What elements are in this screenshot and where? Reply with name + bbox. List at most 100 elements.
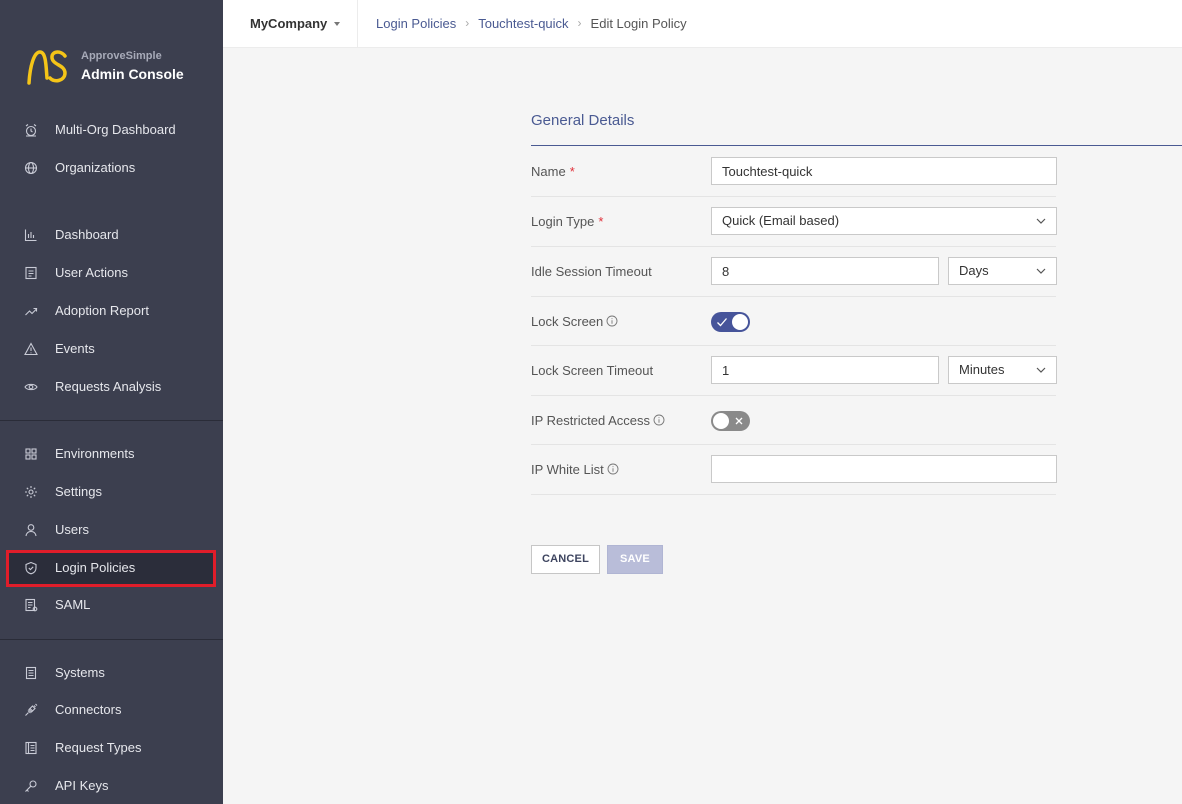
- layout-icon: [24, 741, 38, 755]
- alarm-icon: [24, 123, 38, 137]
- brand-subtitle: ApproveSimple: [81, 50, 162, 62]
- grid-icon: [24, 447, 38, 461]
- login-type-value: Quick (Email based): [722, 213, 840, 228]
- sidebar-item-api-keys[interactable]: API Keys: [0, 770, 223, 802]
- check-icon: [716, 316, 728, 328]
- server-icon: [24, 666, 38, 680]
- sidebar-item-request-types[interactable]: Request Types: [0, 732, 223, 764]
- sidebar: ApproveSimple Admin Console Multi-Org Da…: [0, 0, 223, 804]
- sidebar-item-users[interactable]: Users: [0, 514, 223, 546]
- chevron-right-icon: ›: [465, 16, 470, 30]
- breadcrumb-login-policies[interactable]: Login Policies: [376, 16, 456, 31]
- required-mark: *: [569, 163, 575, 179]
- name-label-text: Name: [531, 163, 566, 179]
- save-button[interactable]: SAVE: [607, 545, 663, 574]
- sidebar-item-saml[interactable]: SAML: [0, 589, 223, 621]
- document-icon: [24, 598, 38, 612]
- idle-timeout-unit-value: Days: [959, 263, 989, 278]
- ip-restricted-label: IP Restricted Access: [531, 410, 665, 430]
- caret-down-icon: [334, 21, 341, 26]
- sidebar-item-label: SAML: [55, 597, 91, 612]
- sidebar-item-label: Connectors: [55, 702, 122, 717]
- login-type-label-text: Login Type: [531, 213, 595, 229]
- toggle-knob: [713, 413, 729, 429]
- lock-timeout-unit-select[interactable]: Minutes: [948, 356, 1057, 384]
- topbar: MyCompany Login Policies › Touchtest-qui…: [223, 0, 1182, 48]
- row-divider: [531, 395, 1056, 396]
- login-type-select[interactable]: Quick (Email based): [711, 207, 1057, 235]
- sidebar-divider: [0, 420, 223, 421]
- ip-restricted-toggle[interactable]: [711, 411, 750, 431]
- lock-timeout-input[interactable]: [711, 356, 939, 384]
- topbar-divider: [357, 0, 358, 47]
- shield-icon: [24, 561, 38, 575]
- sidebar-item-label: Settings: [55, 484, 102, 499]
- trend-icon: [24, 304, 38, 318]
- sidebar-item-dashboard[interactable]: Dashboard: [0, 219, 223, 251]
- ip-whitelist-label-text: IP White List: [531, 461, 604, 477]
- plug-icon: [24, 703, 38, 717]
- sidebar-item-settings[interactable]: Settings: [0, 476, 223, 508]
- company-selector[interactable]: MyCompany: [250, 0, 341, 47]
- toggle-knob: [732, 314, 748, 330]
- lock-screen-label-text: Lock Screen: [531, 313, 604, 329]
- gear-icon: [24, 485, 38, 499]
- sidebar-item-label: Events: [55, 341, 95, 356]
- name-input[interactable]: [711, 157, 1057, 185]
- info-icon[interactable]: [606, 315, 618, 327]
- list-icon: [24, 266, 38, 280]
- idle-timeout-unit-select[interactable]: Days: [948, 257, 1057, 285]
- sidebar-item-label: Systems: [55, 665, 105, 680]
- sidebar-item-environments[interactable]: Environments: [0, 438, 223, 470]
- ip-whitelist-input[interactable]: [711, 455, 1057, 483]
- sidebar-item-requests-analysis[interactable]: Requests Analysis: [0, 371, 223, 403]
- ip-whitelist-label: IP White List: [531, 459, 619, 479]
- chevron-right-icon: ›: [577, 16, 582, 30]
- sidebar-item-organizations[interactable]: Organizations: [0, 152, 223, 184]
- idle-timeout-label: Idle Session Timeout: [531, 261, 652, 281]
- cancel-button[interactable]: CANCEL: [531, 545, 600, 574]
- row-divider: [531, 345, 1056, 346]
- info-icon[interactable]: [653, 414, 665, 426]
- row-divider: [531, 196, 1056, 197]
- sidebar-item-label: Organizations: [55, 160, 136, 175]
- row-divider: [531, 296, 1056, 297]
- brand[interactable]: ApproveSimple Admin Console: [26, 46, 184, 86]
- breadcrumb-policy[interactable]: Touchtest-quick: [478, 16, 568, 31]
- sidebar-item-events[interactable]: Events: [0, 333, 223, 365]
- name-label: Name *: [531, 161, 575, 181]
- lock-screen-label: Lock Screen: [531, 311, 618, 331]
- user-icon: [24, 523, 38, 537]
- required-mark: *: [598, 213, 604, 229]
- globe-icon: [24, 161, 38, 175]
- bar-chart-icon: [24, 228, 38, 242]
- sidebar-item-adoption-report[interactable]: Adoption Report: [0, 295, 223, 327]
- sidebar-item-label: Users: [55, 522, 89, 537]
- sidebar-item-label: Requests Analysis: [55, 379, 162, 394]
- lock-screen-toggle[interactable]: [711, 312, 750, 332]
- row-divider: [531, 494, 1056, 495]
- sidebar-item-label: Request Types: [55, 740, 142, 755]
- lock-timeout-label: Lock Screen Timeout: [531, 360, 653, 380]
- sidebar-item-label: Multi-Org Dashboard: [55, 122, 176, 137]
- approvesimple-logo: [27, 50, 67, 85]
- idle-timeout-input[interactable]: [711, 257, 939, 285]
- sidebar-item-multi-org-dashboard[interactable]: Multi-Org Dashboard: [0, 114, 223, 146]
- sidebar-item-systems[interactable]: Systems: [0, 657, 223, 689]
- info-icon[interactable]: [607, 463, 619, 475]
- sidebar-item-login-policies[interactable]: Login Policies: [9, 552, 213, 584]
- sidebar-item-user-actions[interactable]: User Actions: [0, 257, 223, 289]
- sidebar-item-label: Adoption Report: [55, 303, 149, 318]
- sidebar-item-connectors[interactable]: Connectors: [0, 694, 223, 726]
- chevron-down-icon: [1036, 216, 1046, 226]
- section-title: General Details: [531, 112, 635, 129]
- login-type-label: Login Type *: [531, 211, 603, 231]
- row-divider: [531, 444, 1056, 445]
- brand-title: Admin Console: [81, 66, 184, 82]
- x-icon: [733, 415, 745, 427]
- eye-icon: [24, 380, 38, 394]
- sidebar-item-label: Dashboard: [55, 227, 119, 242]
- lock-timeout-unit-value: Minutes: [959, 362, 1005, 377]
- sidebar-item-label: Login Policies: [55, 560, 136, 575]
- sidebar-item-label: User Actions: [55, 265, 128, 280]
